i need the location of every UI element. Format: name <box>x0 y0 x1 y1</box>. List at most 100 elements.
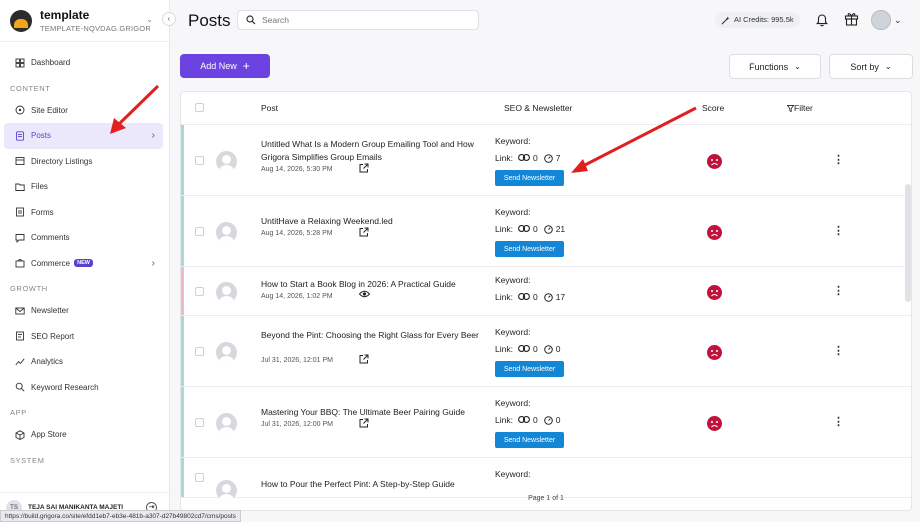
more-options-icon[interactable]: ⋮ <box>833 224 844 237</box>
chevron-right-icon[interactable]: › <box>152 258 155 269</box>
sidebar-item-analytics[interactable]: Analytics <box>4 349 163 375</box>
send-newsletter-button[interactable]: Send Newsletter <box>495 241 564 257</box>
link-label: Link: <box>495 153 513 163</box>
profile-avatar[interactable] <box>871 10 891 30</box>
commerce-icon <box>14 258 25 269</box>
post-title[interactable]: How to Start a Book Blog in 2026: A Prac… <box>261 278 483 291</box>
directory-icon <box>14 156 25 167</box>
post-title[interactable]: Beyond the Pint: Choosing the Right Glas… <box>261 329 483 342</box>
row-checkbox[interactable] <box>195 417 204 427</box>
collapse-sidebar-button[interactable]: ‹ <box>162 12 176 26</box>
sidebar-item-keyword-research[interactable]: Keyword Research <box>4 375 163 401</box>
select-all-checkbox[interactable] <box>195 103 204 112</box>
gift-icon[interactable] <box>843 10 859 26</box>
sidebar-item-dashboard[interactable]: Dashboard <box>4 50 163 76</box>
more-options-icon[interactable]: ⋮ <box>833 153 844 166</box>
sad-face-score-icon <box>707 415 722 431</box>
bell-icon[interactable] <box>814 12 830 28</box>
click-gauge-icon <box>543 344 553 354</box>
table-row[interactable]: UntitHave a Relaxing Weekend.led Aug 14, … <box>181 196 911 267</box>
eye-icon[interactable] <box>358 290 371 300</box>
ai-credits-text: AI Credits: 995.5k <box>734 15 794 24</box>
link-label: Link: <box>495 415 513 425</box>
app-store-icon <box>14 429 25 440</box>
link-icon <box>518 344 530 354</box>
table-row[interactable]: How to Pour the Perfect Pint: A Step-by-… <box>181 458 911 501</box>
external-link-icon[interactable] <box>359 354 369 366</box>
sidebar-item-forms[interactable]: Forms <box>4 200 163 226</box>
row-checkbox[interactable] <box>195 346 204 356</box>
external-link-icon[interactable] <box>359 418 369 430</box>
external-link-icon[interactable] <box>359 163 369 175</box>
sidebar-item-commerce[interactable]: Commerce NEW › <box>4 251 163 277</box>
pagination: Page 1 of 1 <box>528 495 564 502</box>
more-options-icon[interactable]: ⋮ <box>833 344 844 357</box>
sidebar-item-seo-report[interactable]: SEO Report <box>4 324 163 350</box>
sort-by-label: Sort by <box>850 61 879 72</box>
search-box[interactable] <box>237 10 479 30</box>
send-newsletter-button[interactable]: Send Newsletter <box>495 432 564 448</box>
post-title[interactable]: Mastering Your BBQ: The Ultimate Beer Pa… <box>261 406 483 419</box>
table-row[interactable]: How to Start a Book Blog in 2026: A Prac… <box>181 267 911 316</box>
profile-chevron-icon[interactable]: ⌄ <box>894 15 902 26</box>
folder-icon <box>14 181 25 192</box>
link-stats: Link: 0 0 <box>495 415 560 425</box>
post-thumbnail <box>216 150 237 172</box>
post-date: Jul 31, 2026, 12:01 PM <box>261 357 333 364</box>
sidebar-item-app-store[interactable]: App Store <box>4 422 163 448</box>
chevron-down-icon: ⌄ <box>794 62 801 71</box>
table-row[interactable]: Untitled What Is a Modern Group Emailing… <box>181 125 911 196</box>
link-count: 0 <box>532 224 538 234</box>
table-row[interactable]: Beyond the Pint: Choosing the Right Glas… <box>181 316 911 387</box>
table-body: Untitled What Is a Modern Group Emailing… <box>181 125 911 501</box>
workspace-switcher[interactable]: template TEMPLATE-NQVDAG.GRIGOR... ⌄ <box>0 0 169 42</box>
more-options-icon[interactable]: ⋮ <box>833 415 844 428</box>
post-date: Jul 31, 2026, 12:00 PM <box>261 421 333 428</box>
sidebar-item-label: Keyword Research <box>31 382 99 392</box>
table-row[interactable]: Mastering Your BBQ: The Ultimate Beer Pa… <box>181 387 911 458</box>
more-options-icon[interactable]: ⋮ <box>833 284 844 297</box>
workspace-logo <box>10 9 32 32</box>
search-icon <box>246 15 256 25</box>
sidebar-item-newsletter[interactable]: Newsletter <box>4 298 163 324</box>
post-title[interactable]: Untitled What Is a Modern Group Emailing… <box>261 138 483 164</box>
link-stats: Link: 0 7 <box>495 153 560 163</box>
sort-by-button[interactable]: Sort by ⌄ <box>829 54 913 79</box>
sidebar-item-posts[interactable]: Posts › <box>4 123 163 149</box>
row-checkbox[interactable] <box>195 473 204 482</box>
mail-icon <box>14 305 25 316</box>
link-count: 0 <box>532 292 538 302</box>
send-newsletter-button[interactable]: Send Newsletter <box>495 361 564 377</box>
sidebar-item-label: Directory Listings <box>31 156 93 166</box>
sidebar-item-label: SEO Report <box>31 331 75 341</box>
search-input[interactable] <box>262 15 462 25</box>
table-scrollbar[interactable] <box>905 184 911 302</box>
column-post[interactable]: Post <box>261 103 278 113</box>
external-link-icon[interactable] <box>359 227 369 239</box>
row-checkbox[interactable] <box>195 286 204 296</box>
column-seo-newsletter[interactable]: SEO & Newsletter <box>504 103 573 113</box>
sidebar-item-comments[interactable]: Comments <box>4 225 163 251</box>
sidebar: template TEMPLATE-NQVDAG.GRIGOR... ⌄ Das… <box>0 0 170 522</box>
send-newsletter-button[interactable]: Send Newsletter <box>495 170 564 186</box>
site-editor-icon <box>14 105 25 116</box>
link-label: Link: <box>495 292 513 302</box>
sidebar-item-label: Analytics <box>31 357 64 367</box>
ai-credits-badge[interactable]: AI Credits: 995.5k <box>715 12 800 28</box>
sidebar-item-files[interactable]: Files <box>4 174 163 200</box>
sidebar-section-growth: GROWTH <box>10 284 48 293</box>
sidebar-item-site-editor[interactable]: Site Editor <box>4 98 163 124</box>
sidebar-item-directory-listings[interactable]: Directory Listings <box>4 149 163 175</box>
filter-button[interactable]: Filter <box>786 103 813 113</box>
workspace-chevron-icon[interactable]: ⌄ <box>146 15 153 24</box>
functions-button[interactable]: Functions ⌄ <box>729 54 821 79</box>
post-title[interactable]: How to Pour the Perfect Pint: A Step-by-… <box>261 478 483 491</box>
add-new-button[interactable]: Add New + <box>180 54 270 78</box>
chevron-right-icon[interactable]: › <box>152 130 155 141</box>
column-score[interactable]: Score <box>702 103 724 113</box>
sad-face-score-icon <box>707 284 722 300</box>
row-checkbox[interactable] <box>195 226 204 236</box>
post-title[interactable]: UntitHave a Relaxing Weekend.led <box>261 215 483 228</box>
click-gauge-icon <box>543 224 553 234</box>
row-checkbox[interactable] <box>195 155 204 165</box>
